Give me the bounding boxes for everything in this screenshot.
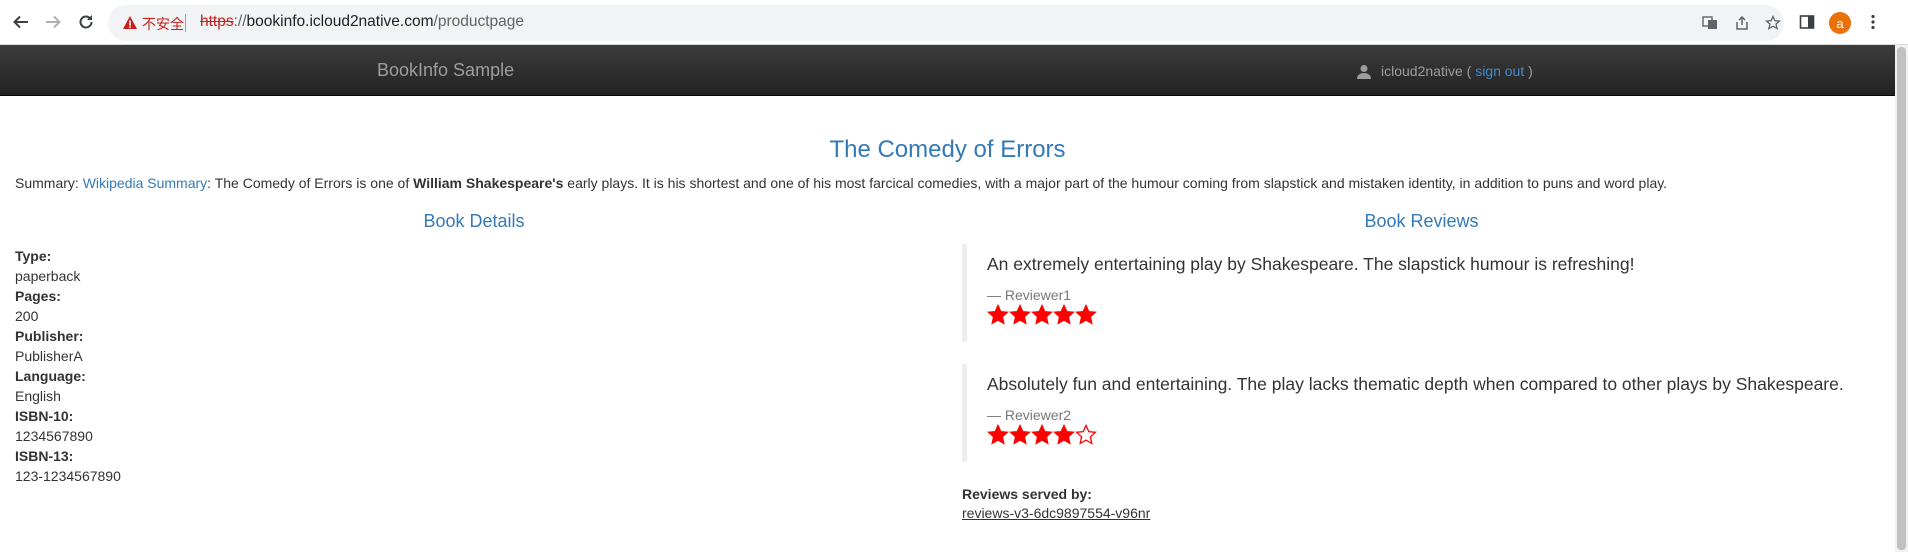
star-filled-icon	[1075, 304, 1097, 325]
review-block: An extremely entertaining play by Shakes…	[962, 244, 1862, 342]
menu-kebab-icon[interactable]	[1862, 11, 1884, 33]
reviewer-name: — Reviewer1	[987, 287, 1072, 303]
security-label[interactable]: 不安全	[142, 14, 184, 34]
back-icon[interactable]	[9, 10, 33, 34]
browser-toolbar: 不安全 https://bookinfo.icloud2native.com/p…	[0, 0, 1908, 45]
review-block: Absolutely fun and entertaining. The pla…	[962, 364, 1862, 462]
reviewer-name: — Reviewer2	[987, 407, 1072, 423]
wikipedia-summary-link[interactable]: Wikipedia Summary	[83, 175, 207, 191]
star-filled-icon	[1009, 424, 1031, 445]
username: icloud2native	[1381, 63, 1463, 79]
star-rating	[987, 304, 1862, 326]
summary-text-post: early plays. It is his shortest and one …	[567, 175, 1668, 191]
translate-icon[interactable]	[1700, 13, 1720, 33]
detail-value: PublisherA	[15, 348, 83, 364]
star-filled-icon	[1053, 424, 1075, 445]
side-panel-icon[interactable]	[1796, 11, 1818, 33]
profile-avatar[interactable]: a	[1829, 12, 1851, 34]
star-rating	[987, 424, 1862, 446]
detail-label: ISBN-13:	[15, 448, 74, 464]
forward-icon[interactable]	[41, 10, 65, 34]
share-icon[interactable]	[1732, 13, 1752, 33]
detail-value: English	[15, 388, 61, 404]
detail-label: Pages:	[15, 288, 61, 304]
star-filled-icon	[987, 304, 1009, 325]
served-by-label: Reviews served by:	[962, 486, 1092, 502]
url-separator: ://	[233, 13, 247, 30]
warning-icon	[123, 16, 137, 29]
detail-value: paperback	[15, 268, 81, 284]
url-host: bookinfo.icloud2native.com	[246, 13, 434, 30]
user-info: icloud2native ( sign out )	[1357, 63, 1533, 79]
address-bar[interactable]: 不安全 https://bookinfo.icloud2native.com/p…	[108, 5, 1784, 41]
detail-label: Language:	[15, 368, 86, 384]
star-filled-icon	[1031, 424, 1053, 445]
detail-label: ISBN-10:	[15, 408, 74, 424]
book-details-heading: Book Details	[423, 211, 525, 231]
navbar-brand[interactable]: BookInfo Sample	[377, 60, 514, 81]
product-summary: Summary: Wikipedia Summary: The Comedy o…	[15, 175, 1667, 191]
paren-open: (	[1466, 63, 1472, 79]
star-empty-icon	[1075, 424, 1097, 445]
url-text[interactable]: https://bookinfo.icloud2native.com/produ…	[200, 13, 524, 31]
detail-value: 1234567890	[15, 428, 93, 444]
address-divider	[185, 14, 186, 32]
bookmark-star-icon[interactable]	[1763, 13, 1783, 33]
url-path: /productpage	[433, 13, 525, 30]
star-filled-icon	[1009, 304, 1031, 325]
scrollbar-thumb[interactable]	[1897, 47, 1906, 550]
reload-icon[interactable]	[74, 10, 98, 34]
star-filled-icon	[987, 424, 1009, 445]
review-text: Absolutely fun and entertaining. The pla…	[987, 374, 1844, 394]
star-filled-icon	[1053, 304, 1075, 325]
sign-out-link[interactable]: sign out	[1475, 63, 1524, 79]
star-filled-icon	[1031, 304, 1053, 325]
summary-text-pre: : The Comedy of Errors is one of	[207, 175, 410, 191]
detail-label: Publisher:	[15, 328, 84, 344]
detail-value: 200	[15, 308, 39, 324]
site-navbar: BookInfo Sample icloud2native ( sign out…	[0, 45, 1895, 96]
page-title: The Comedy of Errors	[829, 136, 1066, 163]
review-text: An extremely entertaining play by Shakes…	[987, 254, 1635, 274]
user-icon	[1357, 64, 1371, 79]
book-details-list: Type: paperback Pages: 200 Publisher: Pu…	[15, 246, 121, 486]
reviews-served-by: Reviews served by: reviews-v3-6dc9897554…	[962, 486, 1150, 521]
book-reviews-heading: Book Reviews	[1364, 211, 1479, 231]
summary-label: Summary:	[15, 175, 79, 191]
summary-author: William Shakespeare's	[413, 175, 564, 191]
paren-close: )	[1528, 63, 1533, 79]
detail-value: 123-1234567890	[15, 468, 121, 484]
served-by-pod: reviews-v3-6dc9897554-v96nr	[962, 505, 1151, 521]
detail-label: Type:	[15, 248, 52, 264]
url-scheme: https	[200, 13, 234, 30]
